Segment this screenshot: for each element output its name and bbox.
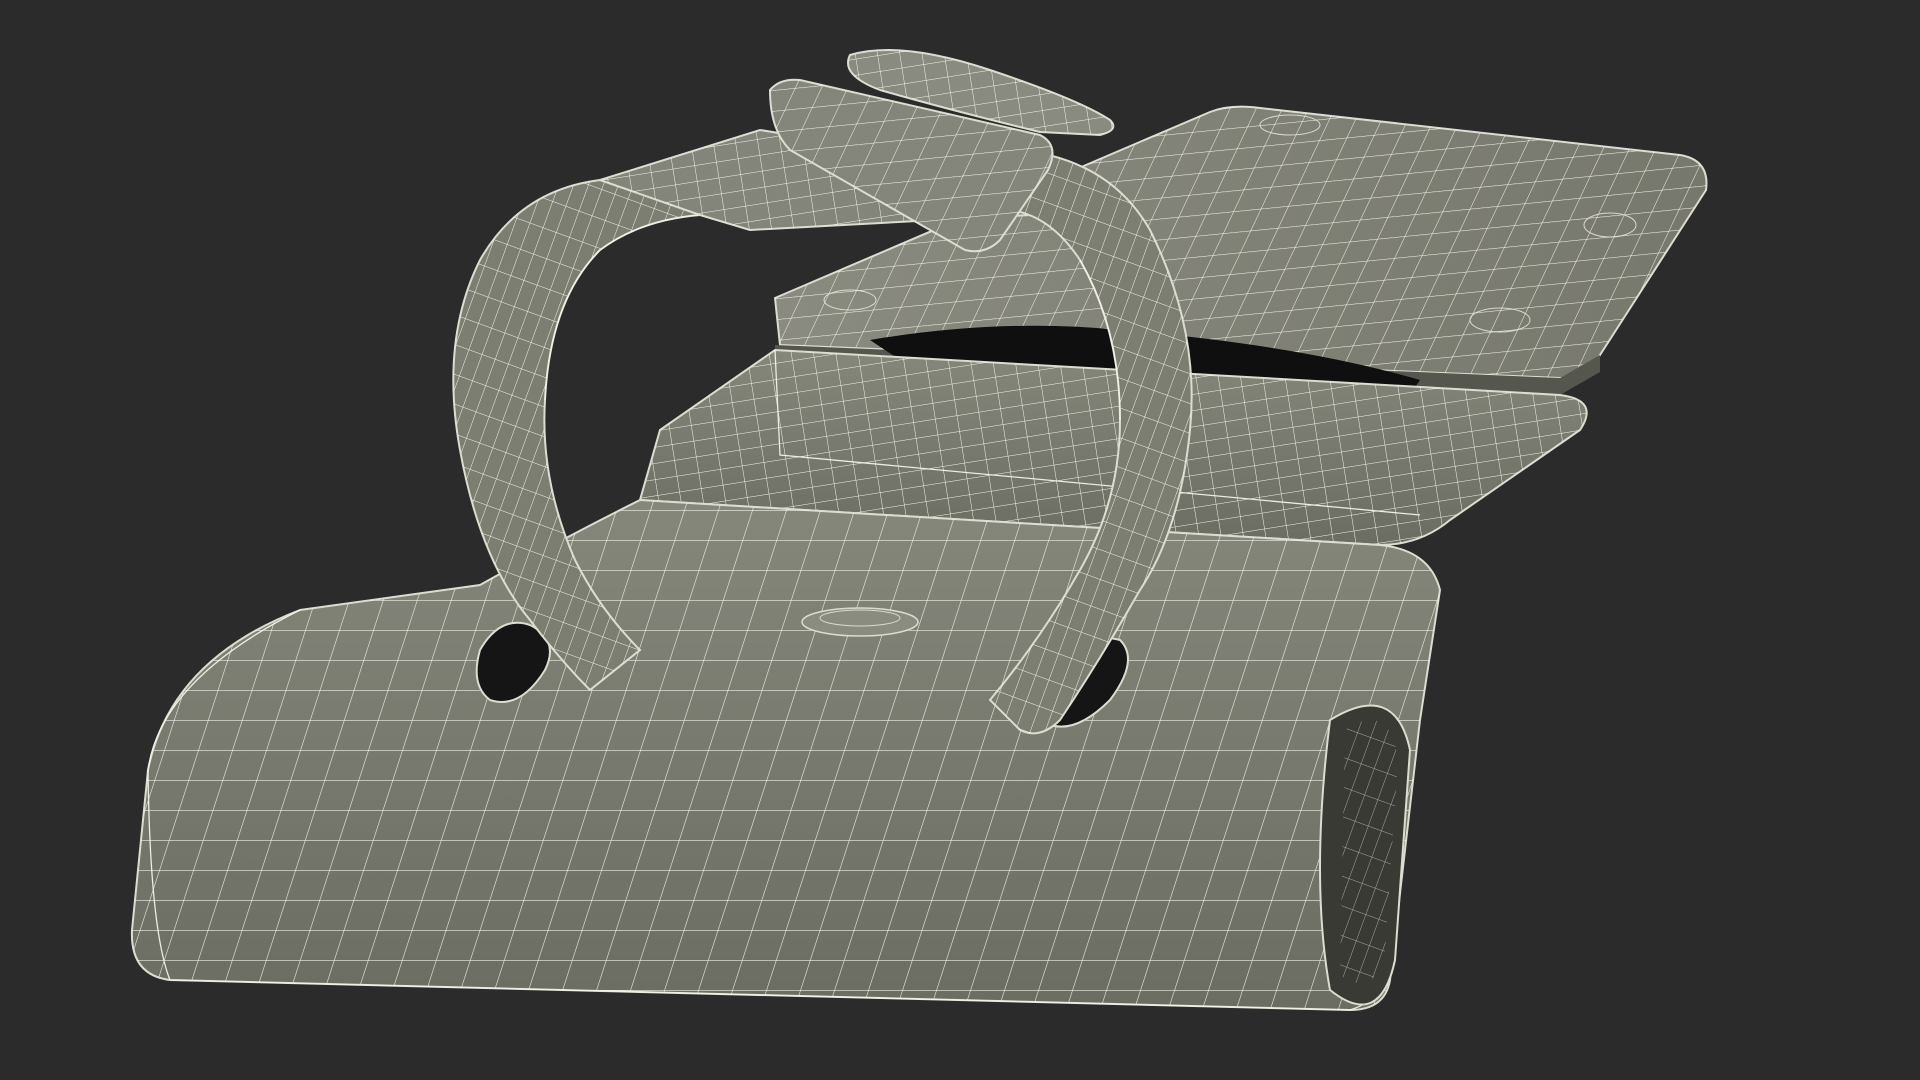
front-base <box>130 498 1442 1012</box>
wireframe-model-render <box>130 49 1708 1012</box>
3d-viewport[interactable] <box>0 0 1920 1080</box>
